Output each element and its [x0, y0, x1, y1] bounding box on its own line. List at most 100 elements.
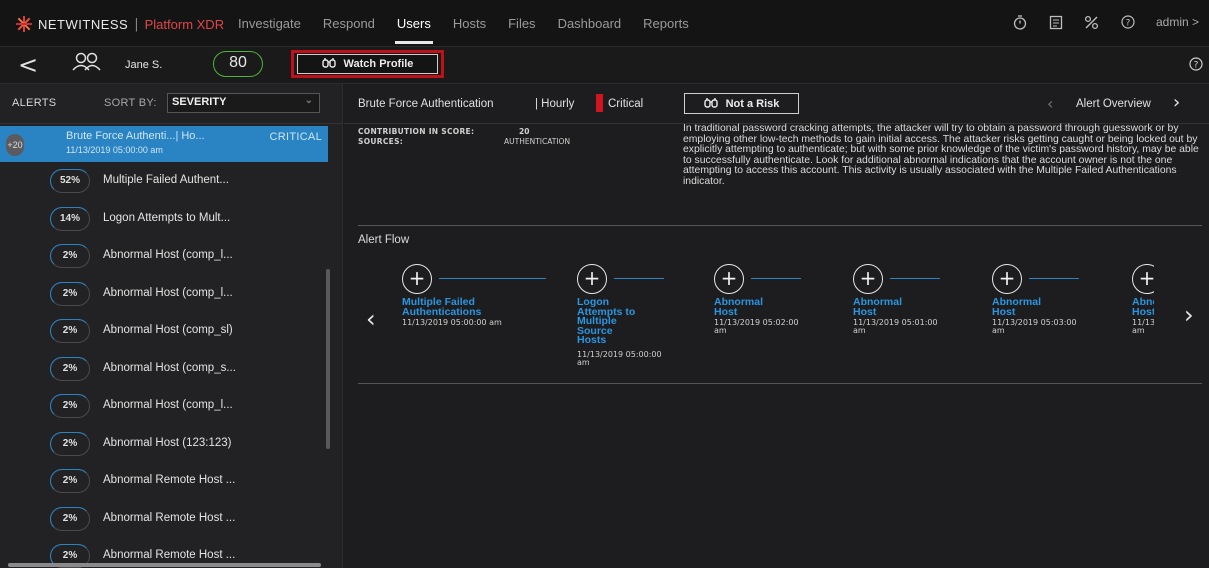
list-item[interactable]: 2% Abnormal Remote Host ...	[0, 500, 328, 538]
nav-dashboard[interactable]: Dashboard	[558, 16, 622, 38]
flow-node-date: 11/13/2019 05:03:00 am	[992, 318, 1077, 335]
nav-files[interactable]: Files	[508, 16, 535, 38]
indicator-pct: 52%	[50, 169, 90, 193]
nav-investigate[interactable]: Investigate	[238, 16, 301, 38]
flow-node-date: 11/13/2019 05:02:00 am	[714, 318, 799, 335]
timer-icon[interactable]	[1012, 14, 1028, 30]
chevron-left-icon[interactable]: ‹	[366, 305, 376, 333]
indicator-name: Abnormal Host (123:123)	[103, 436, 232, 449]
alert-frequency: | Hourly	[535, 98, 575, 110]
watch-profile-button[interactable]: Watch Profile	[297, 54, 438, 74]
indicator-name: Abnormal Remote Host ...	[103, 474, 236, 486]
divider	[358, 383, 1202, 384]
contribution-label: CONTRIBUTION IN SCORE:	[358, 127, 475, 136]
alert-score-badge: +20	[6, 134, 24, 156]
plus-icon[interactable]: +	[402, 264, 432, 294]
flow-node-name[interactable]: Abnormal Host	[992, 297, 1052, 317]
vertical-scrollbar[interactable]	[326, 269, 330, 449]
flow-connector	[751, 278, 801, 279]
sort-by-value: SEVERITY	[172, 96, 227, 108]
alert-overview-link[interactable]: Alert Overview	[1076, 98, 1151, 110]
flow-connector	[614, 278, 664, 279]
binoculars-icon	[321, 57, 336, 71]
nav-hosts[interactable]: Hosts	[453, 16, 486, 38]
plus-icon[interactable]: +	[577, 264, 607, 294]
sort-by-label: SORT BY:	[104, 97, 157, 109]
nav-reports[interactable]: Reports	[643, 16, 689, 38]
chevron-down-icon: ⌄	[304, 95, 313, 106]
list-item[interactable]: 2% Abnormal Host (comp_sl)	[0, 312, 328, 350]
alert-detail-title: Brute Force Authentication	[358, 98, 494, 110]
divider	[358, 225, 1202, 226]
indicator-pct: 2%	[50, 319, 90, 343]
list-item[interactable]: 2% Abnormal Remote Host ...	[0, 462, 328, 500]
alert-detail-panel: Brute Force Authentication | Hourly Crit…	[344, 84, 1209, 568]
indicator-pct: 2%	[50, 431, 90, 456]
tools-icon[interactable]	[1084, 14, 1100, 30]
alert-detail-header: Brute Force Authentication | Hourly Crit…	[344, 84, 1209, 124]
netwitness-logo-icon	[14, 16, 34, 32]
plus-icon[interactable]: +	[714, 264, 744, 294]
indicator-name: Logon Attempts to Mult...	[103, 211, 231, 224]
flow-node[interactable]: + Abnormal Host 11/13/2019 05:03:00 am	[1132, 264, 1154, 364]
indicator-pct: 14%	[50, 206, 90, 231]
brand-logo[interactable]: NETWITNESS | Platform XDR	[14, 16, 224, 32]
list-item[interactable]: 2% Abnormal Host (comp_s...	[0, 350, 328, 388]
alerts-panel: ALERTS SORT BY: SEVERITY ⌄ +20 Brute For…	[0, 84, 343, 568]
indicator-pct: 2%	[50, 506, 90, 531]
alert-title: Brute Force Authenti...| Ho...	[66, 130, 205, 142]
alert-severity: Critical	[608, 98, 644, 110]
not-a-risk-button[interactable]: Not a Risk	[684, 93, 799, 114]
list-item[interactable]: 2% Abnormal Host (123:123)	[0, 425, 328, 463]
list-item[interactable]: 2% Abnormal Host (comp_l...	[0, 387, 328, 425]
flow-connector	[890, 278, 940, 279]
indicator-name: Abnormal Host (comp_l...	[103, 399, 233, 411]
checklist-icon[interactable]	[1048, 14, 1064, 30]
flow-node-name[interactable]: Logon Attempts to Multiple Source Hosts	[577, 297, 637, 346]
admin-menu[interactable]: admin >	[1156, 15, 1199, 29]
nav-users[interactable]: Users	[394, 16, 433, 44]
flow-node-date: 11/13/2019 05:03:00 am	[1132, 318, 1154, 335]
flow-node-date: 11/13/2019 05:00:00 am	[577, 350, 662, 367]
binoculars-icon	[703, 97, 718, 111]
help-icon[interactable]: ?	[1120, 14, 1136, 30]
svg-text:?: ?	[1194, 61, 1199, 71]
help-icon[interactable]: ?	[1189, 57, 1203, 71]
contribution-value: 20	[519, 127, 530, 136]
users-icon	[72, 52, 102, 72]
nav-respond[interactable]: Respond	[323, 16, 375, 38]
chevron-right-icon[interactable]: ›	[1184, 301, 1194, 329]
flow-connector	[439, 278, 546, 279]
flow-connector	[1029, 278, 1079, 279]
list-item[interactable]: 2% Abnormal Host (comp_l...	[0, 237, 328, 275]
risk-score: 80	[213, 51, 263, 77]
flow-node-name[interactable]: Multiple Failed Authentications	[402, 297, 507, 317]
flow-node-name[interactable]: Abnormal Host	[1132, 297, 1154, 317]
flow-node-name[interactable]: Abnormal Host	[714, 297, 774, 317]
flow-node-name[interactable]: Abnormal Host	[853, 297, 913, 317]
brand-separator: |	[134, 16, 139, 32]
plus-icon[interactable]: +	[853, 264, 883, 294]
selected-alert[interactable]: +20 Brute Force Authenti...| Ho... 11/13…	[0, 126, 328, 162]
watch-profile-label: Watch Profile	[343, 58, 414, 70]
back-button[interactable]: <	[18, 53, 38, 77]
indicator-name: Abnormal Host (comp_sl)	[103, 324, 233, 336]
plus-icon[interactable]: +	[992, 264, 1022, 294]
indicator-name: Multiple Failed Authent...	[103, 174, 229, 186]
profile-bar: < Jane S. 80 Watch Profile ?	[0, 47, 1209, 84]
list-item[interactable]: 52% Multiple Failed Authent...	[0, 162, 328, 200]
alert-description: In traditional password cracking attempt…	[683, 123, 1199, 187]
list-item[interactable]: 14% Logon Attempts to Mult...	[0, 200, 328, 238]
sources-label: SOURCES:	[358, 137, 404, 146]
list-item[interactable]: 2% Abnormal Host (comp_l...	[0, 275, 328, 313]
horizontal-scrollbar[interactable]	[8, 563, 321, 567]
alerts-label: ALERTS	[12, 97, 57, 109]
chevron-left-icon[interactable]: ‹	[1047, 94, 1053, 113]
chevron-right-icon[interactable]: ›	[1173, 92, 1180, 113]
brand-name: NETWITNESS	[38, 16, 129, 32]
sort-by-select[interactable]: SEVERITY ⌄	[167, 93, 320, 113]
alert-date: 11/13/2019 05:00:00 am	[66, 145, 163, 155]
sources-value: AUTHENTICATION	[504, 137, 571, 146]
plus-icon[interactable]: +	[1132, 264, 1154, 294]
indicator-name: Abnormal Remote Host ...	[103, 511, 236, 524]
